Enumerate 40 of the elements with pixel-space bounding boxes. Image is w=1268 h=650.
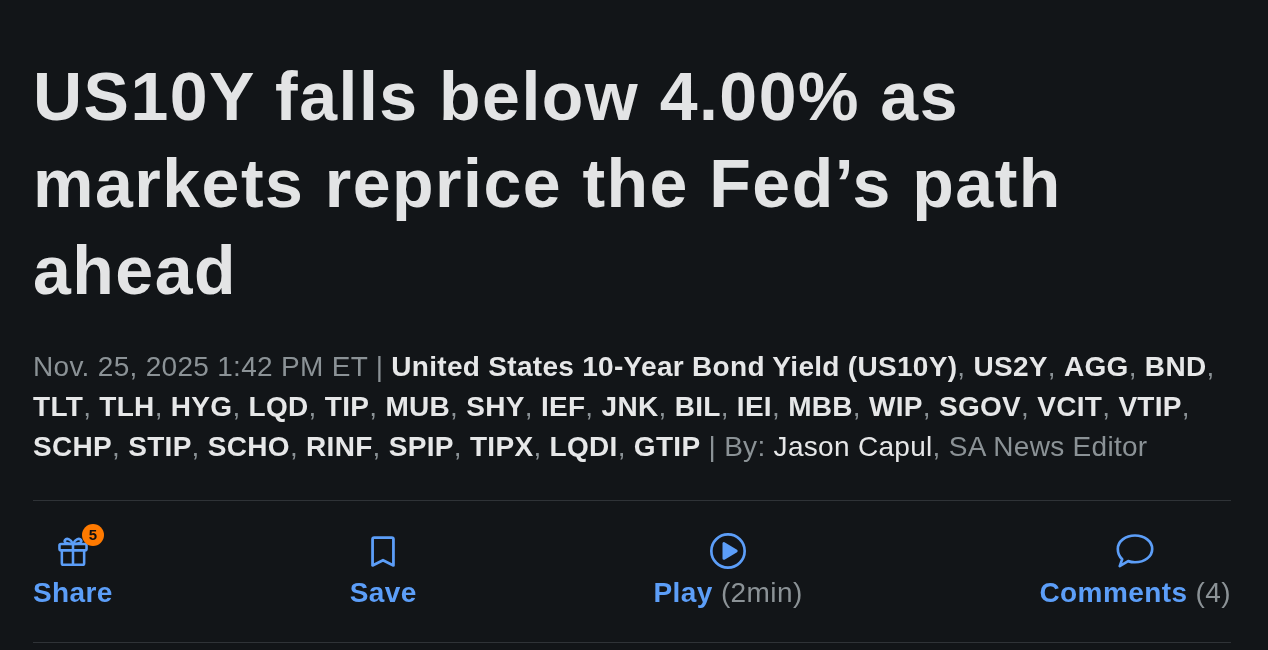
ticker-link[interactable]: STIP	[128, 431, 192, 462]
ticker-link[interactable]: MUB	[385, 391, 451, 422]
article-byline: Nov. 25, 2025 1:42 PM ET | United States 10-Year Bond Yield (US10Y), US2Y, AGG, BND, TLT, TLH, HYG, LQD, TIP, MUB, SHY, IEF, JNK, BIL, IEI, MBB, WIP, SGOV, VCIT, VTIP, SCHP, STIP, SCHO, RINF, SPIP, TIPX, LQDI, GTIP | By: Jason Capul, SA News Editor	[33, 350, 1216, 464]
ticker-link[interactable]: BIL	[674, 391, 721, 422]
ticker-link[interactable]: BND	[1144, 351, 1207, 382]
speech-bubble-icon	[1116, 534, 1155, 568]
ticker-link[interactable]: JNK	[601, 391, 659, 422]
ticker-link[interactable]: SHY	[466, 391, 525, 422]
ticker-link[interactable]: LQDI	[549, 431, 618, 462]
ticker-link[interactable]: IEF	[540, 391, 586, 422]
ticker-link[interactable]: RINF	[306, 431, 373, 462]
ticker-link[interactable]: VTIP	[1118, 391, 1182, 422]
ticker-link[interactable]: TLT	[33, 391, 84, 422]
ticker-link[interactable]: MBB	[788, 391, 853, 422]
ticker-link[interactable]: TIP	[324, 391, 370, 422]
gift-icon	[57, 536, 88, 566]
ticker-link[interactable]: SGOV	[938, 391, 1022, 422]
ticker-link[interactable]: SCHO	[207, 431, 290, 462]
ticker-link[interactable]: IEI	[736, 391, 772, 422]
author-link[interactable]: Jason Capul	[773, 431, 933, 462]
ticker-link[interactable]: TIPX	[469, 431, 534, 462]
play-button[interactable]: Play (2min)	[653, 521, 803, 609]
ticker-link[interactable]: US2Y	[973, 351, 1048, 382]
play-circle-icon	[710, 533, 747, 569]
comments-button[interactable]: Comments (4)	[1039, 521, 1231, 609]
ticker-link[interactable]: HYG	[170, 391, 233, 422]
share-button[interactable]: 5 Share	[33, 521, 113, 609]
ticker-link[interactable]: GTIP	[633, 431, 701, 462]
ticker-link[interactable]: SCHP	[33, 431, 112, 462]
ticker-link[interactable]: VCIT	[1037, 391, 1103, 422]
ticker-link[interactable]: AGG	[1064, 351, 1129, 382]
ticker-link[interactable]: TLH	[99, 391, 155, 422]
ticker-link[interactable]: LQD	[248, 391, 309, 422]
bookmark-icon	[371, 535, 396, 567]
ticker-link[interactable]: SPIP	[388, 431, 454, 462]
article-headline: US10Y falls below 4.00% as markets reprice the Fed’s path ahead	[33, 57, 1063, 310]
ticker-link[interactable]: WIP	[868, 391, 923, 422]
ticker-link[interactable]: United States 10-Year Bond Yield (US10Y)	[391, 351, 958, 382]
save-button[interactable]: Save	[349, 521, 417, 609]
count-badge: 5	[81, 524, 104, 546]
